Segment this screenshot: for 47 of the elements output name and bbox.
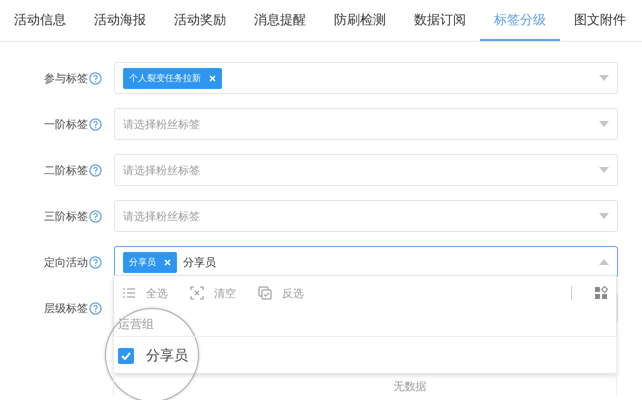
field-label: 三阶标签 (43, 208, 88, 224)
select-field[interactable]: 分享员 分享员 (114, 246, 618, 278)
tab[interactable]: 活动奖励 (160, 0, 240, 41)
group-label: 运营组 (117, 316, 155, 333)
help-icon[interactable] (89, 164, 102, 176)
tab[interactable]: 标签分级 (480, 0, 560, 41)
select-field[interactable]: 请选择粉丝标签 (114, 108, 618, 140)
clear-button[interactable]: 清空 (190, 286, 236, 300)
help-icon[interactable] (89, 302, 102, 314)
help-icon[interactable] (89, 72, 102, 84)
invert-icon (258, 286, 272, 300)
tab[interactable]: 消息提醒 (240, 0, 320, 41)
invert-button[interactable]: 反选 (258, 286, 304, 300)
field-label: 定向活动 (43, 254, 88, 270)
tag-chip[interactable]: 分享员 (123, 252, 177, 272)
caret-icon (599, 75, 609, 81)
field-label: 参与标签 (43, 70, 88, 86)
field-label: 层级标签 (43, 300, 88, 316)
caret-icon (599, 213, 609, 219)
close-icon[interactable] (209, 74, 216, 82)
tag-chip[interactable]: 个人裂变任务拉新 (123, 68, 222, 88)
select-field[interactable]: 请选择粉丝标签 (114, 154, 618, 186)
tab[interactable]: 图文附件 (560, 0, 640, 41)
close-icon[interactable] (164, 258, 171, 266)
field-label: 一阶标签 (43, 116, 88, 132)
caret-icon (599, 259, 609, 265)
select-all-button[interactable]: 全选 (122, 286, 168, 300)
grid-icon[interactable] (594, 286, 608, 300)
help-icon[interactable] (89, 256, 102, 268)
checkbox[interactable] (118, 348, 134, 364)
search-text: 分享员 (183, 254, 216, 270)
tab[interactable]: 防刷检测 (320, 0, 400, 41)
option-item[interactable]: 分享员 (114, 339, 616, 373)
select-field[interactable]: 个人裂变任务拉新 (114, 62, 618, 94)
clear-icon (190, 286, 204, 300)
field-label: 二阶标签 (43, 162, 88, 178)
select-all-icon (122, 286, 136, 300)
caret-icon (599, 121, 609, 127)
help-icon[interactable] (89, 210, 102, 222)
tab[interactable]: 数据订阅 (400, 0, 480, 41)
caret-icon (599, 167, 609, 173)
select-field[interactable]: 请选择粉丝标签 (114, 200, 618, 232)
empty-text: 无数据 (394, 379, 426, 394)
tab[interactable]: 活动信息 (0, 0, 80, 41)
help-icon[interactable] (89, 118, 102, 130)
tab[interactable]: 活动海报 (80, 0, 160, 41)
check-icon (121, 352, 131, 360)
